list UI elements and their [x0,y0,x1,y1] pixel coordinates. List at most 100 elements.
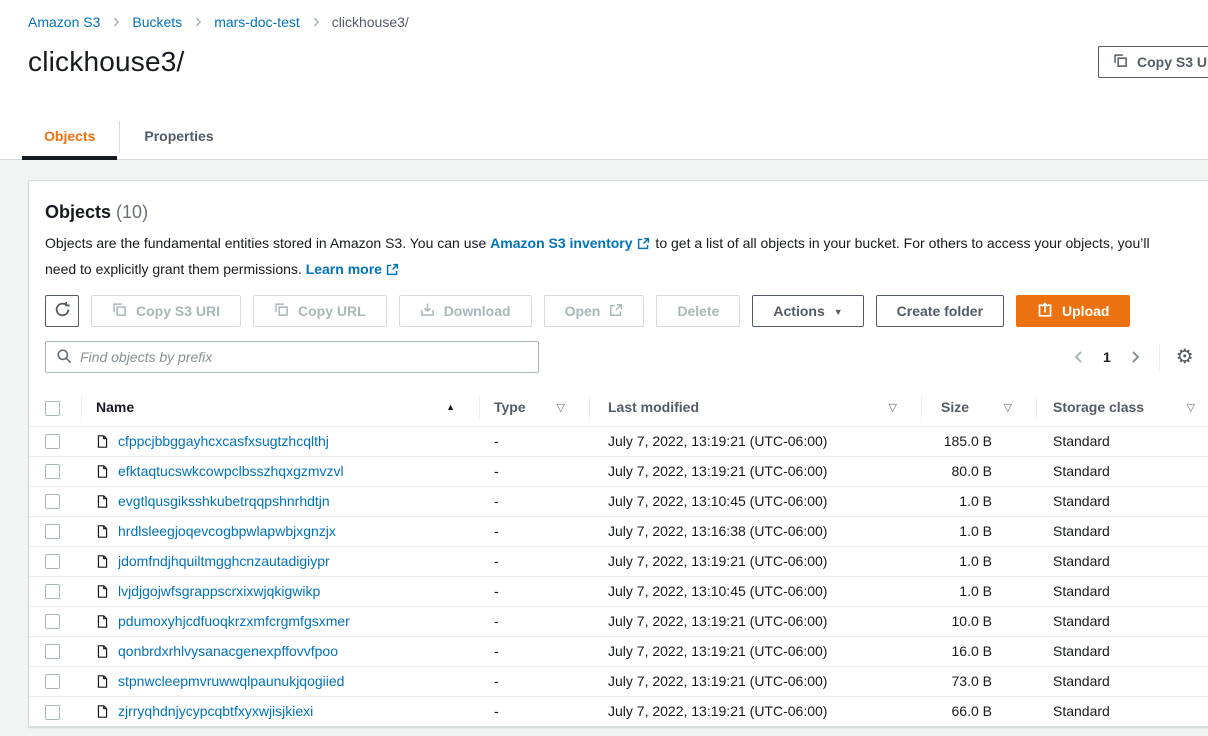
object-size: 1.0 B [921,486,1036,516]
object-type: - [479,576,589,606]
objects-table: Name▲ Type▽ Last modified▽ Size▽ Storage… [29,389,1208,726]
object-type: - [479,426,589,456]
object-table-body: cfppcjbbggayhcxcasfxsugtzhcqlthj - July … [29,426,1208,726]
objects-panel: Objects (10) Objects are the fundamental… [28,180,1208,727]
row-checkbox[interactable] [45,434,60,449]
search-row: 1 ⚙ [45,341,1208,373]
object-storage-class: Standard [1036,516,1208,546]
copy-url-button[interactable]: Copy URL [253,295,387,327]
breadcrumb-link-buckets[interactable]: Buckets [132,14,182,30]
external-link-icon [637,233,650,257]
row-checkbox[interactable] [45,644,60,659]
object-storage-class: Standard [1036,486,1208,516]
object-type: - [479,516,589,546]
chevron-right-icon [109,15,123,29]
object-name-link[interactable]: pdumoxyhjcdfuoqkrzxmfcrgmfgsxmer [118,613,350,629]
upload-button[interactable]: Upload [1016,295,1130,327]
pagination: 1 ⚙ [1071,341,1194,373]
actions-button[interactable]: Actions ▼ [752,295,863,327]
table-row: evgtlqusgiksshkubetrqqpshnrhdtjn - July … [29,486,1208,516]
refresh-button[interactable] [45,295,79,327]
copy-s3-uri-header-button[interactable]: Copy S3 URI [1098,46,1208,78]
object-last-modified: July 7, 2022, 13:19:21 (UTC-06:00) [589,666,921,696]
search-input[interactable] [80,342,528,372]
file-icon [96,644,109,659]
table-row: zjrryqhdnjycypcqbtfxyxwjisjkiexi - July … [29,696,1208,726]
object-storage-class: Standard [1036,636,1208,666]
create-folder-button[interactable]: Create folder [876,295,1004,327]
object-last-modified: July 7, 2022, 13:19:21 (UTC-06:00) [589,456,921,486]
tab-properties[interactable]: Properties [120,118,237,159]
learn-more-link[interactable]: Learn more [306,261,382,277]
object-last-modified: July 7, 2022, 13:19:21 (UTC-06:00) [589,606,921,636]
breadcrumb-link-amazon-s3[interactable]: Amazon S3 [28,14,100,30]
object-name-link[interactable]: efktaqtucswkcowpclbsszhqxgzmvzvl [118,463,344,479]
row-checkbox[interactable] [45,614,60,629]
object-size: 1.0 B [921,516,1036,546]
previous-page-button[interactable] [1071,349,1087,365]
row-checkbox[interactable] [45,674,60,689]
object-name-link[interactable]: stpnwcleepmvruwwqlpaunukjqogiied [118,673,344,689]
object-size: 1.0 B [921,546,1036,576]
object-name-link[interactable]: zjrryqhdnjycypcqbtfxyxwjisjkiexi [118,703,313,719]
page-title: clickhouse3/ [28,46,1208,78]
object-last-modified: July 7, 2022, 13:16:38 (UTC-06:00) [589,516,921,546]
select-all-checkbox[interactable] [45,401,60,416]
object-storage-class: Standard [1036,546,1208,576]
column-header-type[interactable]: Type▽ [479,389,589,426]
object-storage-class: Standard [1036,426,1208,456]
object-name-link[interactable]: hrdlsleegjoqevcogbpwlapwbjxgnzjx [118,523,336,539]
column-header-name[interactable]: Name▲ [81,389,479,426]
file-icon [96,464,109,479]
delete-button[interactable]: Delete [656,295,740,327]
breadcrumb-link-bucket[interactable]: mars-doc-test [214,14,300,30]
copy-s3-uri-label: Copy S3 URI [1137,54,1208,70]
object-type: - [479,546,589,576]
row-checkbox[interactable] [45,584,60,599]
file-icon [96,554,109,569]
next-page-button[interactable] [1127,349,1143,365]
amazon-s3-inventory-link[interactable]: Amazon S3 inventory [490,235,632,251]
external-link-icon [609,303,623,320]
table-row: cfppcjbbggayhcxcasfxsugtzhcqlthj - July … [29,426,1208,456]
object-name-link[interactable]: qonbrdxrhlvysanacgenexpffovvfpoo [118,643,338,659]
sort-ascending-icon: ▲ [446,402,455,412]
tab-objects[interactable]: Objects [20,118,119,159]
row-checkbox[interactable] [45,524,60,539]
file-icon [96,584,109,599]
object-name-link[interactable]: lvjdjgojwfsgrappscrxixwjqkigwikp [118,583,320,599]
object-size: 10.0 B [921,606,1036,636]
page-header: Amazon S3 Buckets mars-doc-test clickhou… [0,0,1208,160]
tabs: Objects Properties [0,118,1208,160]
sort-icon: ▽ [1187,401,1195,414]
object-storage-class: Standard [1036,456,1208,486]
row-checkbox[interactable] [45,464,60,479]
object-type: - [479,606,589,636]
table-row: efktaqtucswkcowpclbsszhqxgzmvzvl - July … [29,456,1208,486]
column-header-last-modified[interactable]: Last modified▽ [589,389,921,426]
copy-s3-uri-button[interactable]: Copy S3 URI [91,295,241,327]
row-checkbox[interactable] [45,554,60,569]
file-icon [96,524,109,539]
column-header-size[interactable]: Size▽ [921,389,1036,426]
column-header-storage-class[interactable]: Storage class▽ [1036,389,1208,426]
open-button[interactable]: Open [544,295,645,327]
sort-icon: ▽ [889,401,897,414]
table-row: lvjdjgojwfsgrappscrxixwjqkigwikp - July … [29,576,1208,606]
object-type: - [479,666,589,696]
object-name-link[interactable]: jdomfndjhquiltmgghcnzautadigiypr [118,553,330,569]
object-name-link[interactable]: cfppcjbbggayhcxcasfxsugtzhcqlthj [118,433,329,449]
refresh-icon [54,301,71,321]
row-checkbox[interactable] [45,494,60,509]
object-last-modified: July 7, 2022, 13:19:21 (UTC-06:00) [589,636,921,666]
download-button[interactable]: Download [399,295,532,327]
preferences-gear-button[interactable]: ⚙ [1176,347,1194,367]
copy-icon [1113,53,1128,71]
chevron-right-icon [309,15,323,29]
row-checkbox[interactable] [45,705,60,720]
current-page[interactable]: 1 [1103,349,1111,365]
breadcrumb-current: clickhouse3/ [332,14,409,30]
object-last-modified: July 7, 2022, 13:10:45 (UTC-06:00) [589,486,921,516]
copy-icon [112,302,127,320]
object-name-link[interactable]: evgtlqusgiksshkubetrqqpshnrhdtjn [118,493,330,509]
